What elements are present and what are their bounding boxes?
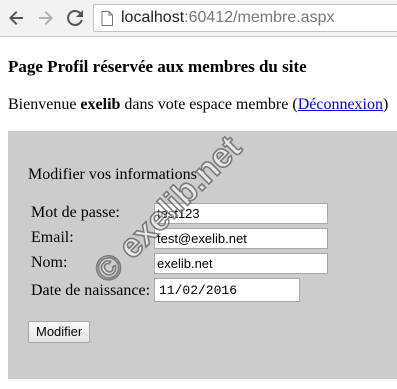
browser-toolbar: localhost:60412/membre.aspx — [0, 0, 397, 37]
form-title: Modifier vos informations — [28, 166, 197, 183]
profile-form-panel: Modifier vos informations Mot de passe: … — [8, 131, 397, 379]
arrow-right-icon — [39, 11, 53, 25]
welcome-close: ) — [383, 96, 389, 113]
birthdate-field[interactable] — [154, 278, 300, 302]
url-host: localhost — [121, 9, 185, 26]
reload-icon — [67, 9, 83, 26]
page-title: Page Profil réservée aux membres du site — [8, 57, 307, 76]
page-icon — [101, 11, 113, 26]
welcome-message: Bienvenue exelib dans vote espace membre… — [8, 96, 388, 114]
email-field[interactable] — [154, 228, 328, 249]
email-label: Email: — [31, 229, 74, 246]
reload-button[interactable] — [63, 6, 87, 30]
modifier-button[interactable]: Modifier — [28, 321, 91, 343]
url-text: localhost:60412/membre.aspx — [121, 9, 334, 27]
password-field[interactable] — [154, 203, 328, 224]
name-field[interactable] — [154, 253, 328, 274]
forward-button[interactable] — [34, 6, 58, 30]
address-bar[interactable]: localhost:60412/membre.aspx — [93, 4, 397, 32]
password-label: Mot de passe: — [31, 204, 120, 221]
birthdate-label: Date de naissance: — [31, 282, 151, 299]
arrow-left-icon — [9, 11, 23, 25]
welcome-suffix: dans vote espace membre ( — [120, 96, 298, 113]
back-button[interactable] — [4, 6, 28, 30]
url-path: :60412/membre.aspx — [184, 9, 335, 26]
logout-link[interactable]: Déconnexion — [298, 96, 383, 113]
welcome-prefix: Bienvenue — [8, 96, 81, 113]
name-label: Nom: — [31, 254, 68, 271]
username: exelib — [80, 96, 121, 113]
